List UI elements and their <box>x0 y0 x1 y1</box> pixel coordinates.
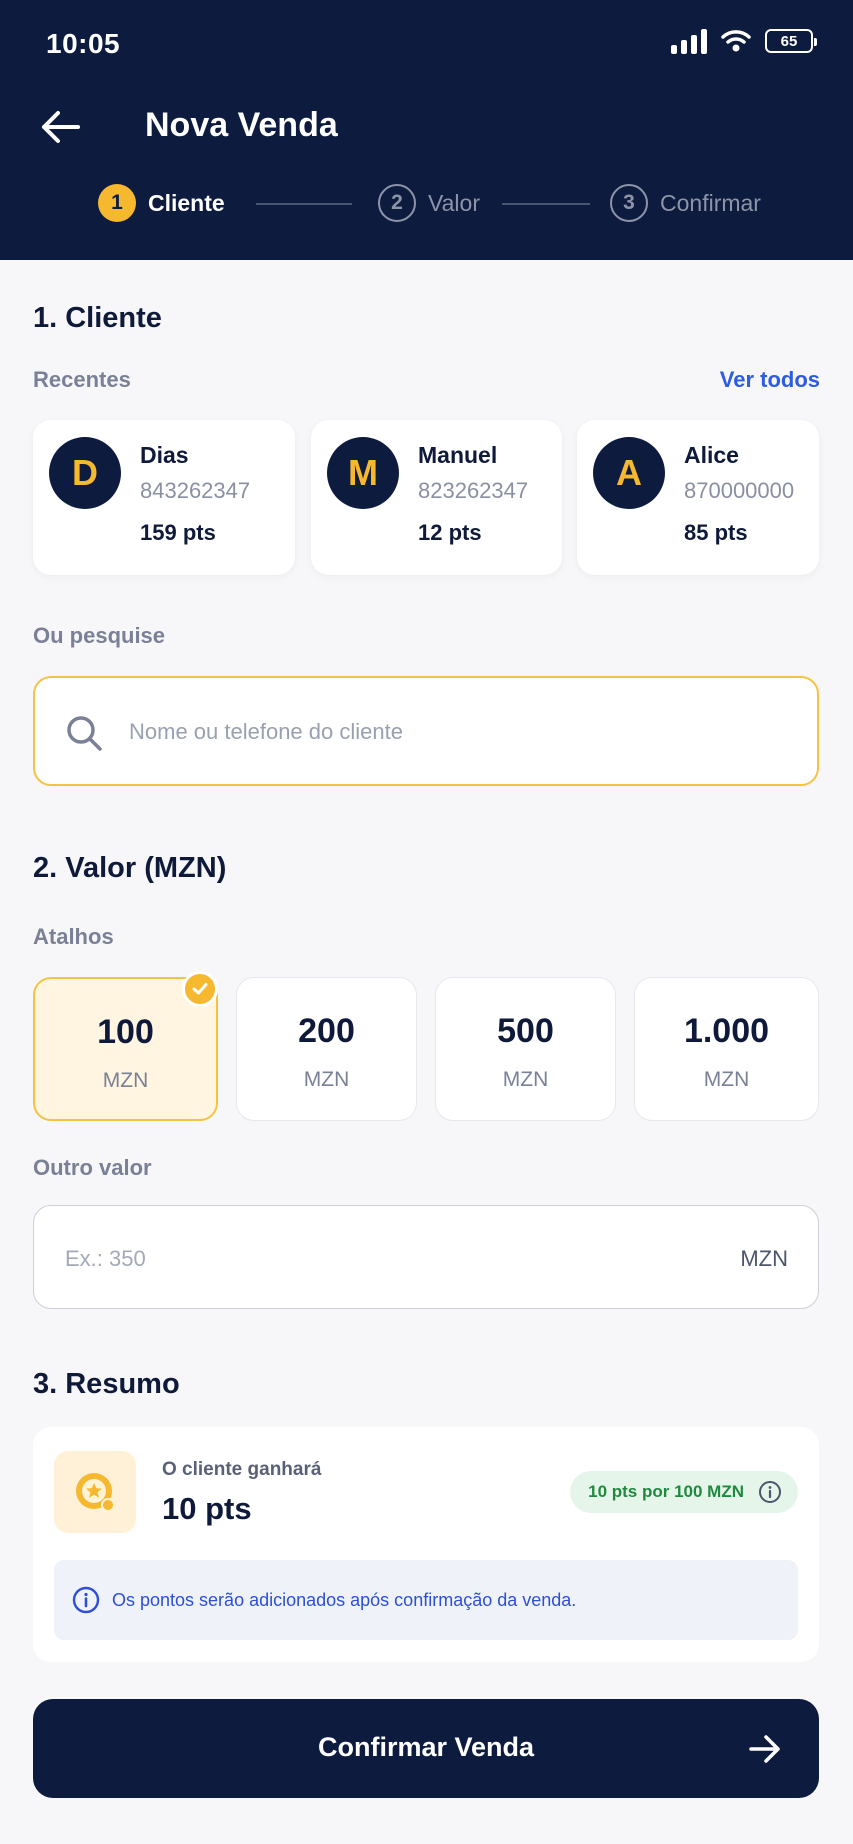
step-label: Cliente <box>148 189 225 216</box>
amount-unit: MZN <box>703 1068 750 1091</box>
client-phone: 870000000 <box>684 478 795 503</box>
status-time: 10:05 <box>46 28 121 59</box>
recent-client-card[interactable]: D Dias 843262347 159 pts <box>33 420 295 575</box>
shortcuts-label: Atalhos <box>33 924 114 949</box>
amount-shortcut-200[interactable]: 200 MZN <box>236 977 417 1121</box>
step-cliente[interactable]: 1 Cliente <box>98 184 225 222</box>
search-icon <box>67 716 102 751</box>
recent-label: Recentes <box>33 367 131 392</box>
avatar: A <box>593 437 665 509</box>
amount-shortcut-500[interactable]: 500 MZN <box>435 977 616 1121</box>
confirm-sale-label: Confirmar Venda <box>317 1732 535 1762</box>
recent-client-card[interactable]: M Manuel 823262347 12 pts <box>311 420 562 575</box>
amount-shortcut-1000[interactable]: 1.000 MZN <box>634 977 819 1121</box>
amount-unit: MZN <box>102 1069 149 1092</box>
amount-unit: MZN <box>303 1068 350 1091</box>
status-bar: 10:05 65 <box>0 0 853 90</box>
client-points: 12 pts <box>418 520 482 545</box>
back-arrow-icon[interactable] <box>36 104 86 150</box>
client-points: 85 pts <box>684 520 748 545</box>
summary-card: O cliente ganhará 10 pts 10 pts por 100 … <box>33 1427 819 1662</box>
status-icons: 65 <box>671 28 817 54</box>
avatar: M <box>327 437 399 509</box>
amount-unit: MZN <box>502 1068 549 1091</box>
step-number: 3 <box>610 184 648 222</box>
info-icon[interactable] <box>758 1480 782 1504</box>
arrow-right-icon <box>749 1735 780 1763</box>
medal-icon <box>54 1451 136 1533</box>
client-phone: 823262347 <box>418 478 529 503</box>
section-title-resumo: 3. Resumo <box>33 1368 180 1400</box>
amount-shortcut-100[interactable]: 100 MZN <box>33 971 218 1121</box>
client-points: 159 pts <box>140 520 216 545</box>
section-title-valor: 2. Valor (MZN) <box>33 852 227 884</box>
search-label: Ou pesquise <box>33 623 166 648</box>
avatar: D <box>49 437 121 509</box>
client-name: Manuel <box>418 442 498 468</box>
step-label: Valor <box>428 189 480 216</box>
step-number: 1 <box>98 184 136 222</box>
stepper: 1 Cliente 2 Valor 3 Confirmar <box>98 184 778 224</box>
info-icon <box>72 1586 100 1614</box>
currency-label: MZN <box>740 1246 788 1271</box>
step-valor[interactable]: 2 Valor <box>378 184 480 222</box>
step-number: 2 <box>378 184 416 222</box>
page-title: Nova Venda <box>145 106 338 144</box>
check-icon <box>182 971 218 1007</box>
amount-value: 1.000 <box>683 1012 770 1050</box>
confirm-sale-button[interactable]: Confirmar Venda <box>33 1699 819 1798</box>
step-connector <box>502 203 590 205</box>
search-placeholder: Nome ou telefone do cliente <box>129 719 403 744</box>
step-connector <box>256 203 352 205</box>
other-value-input[interactable]: Ex.: 350 MZN <box>33 1205 819 1309</box>
see-all-link[interactable]: Ver todos <box>720 367 820 393</box>
app-header: 10:05 65 Nova Venda 1 Cliente 2 Valor 3 … <box>0 0 853 260</box>
step-label: Confirmar <box>660 189 761 216</box>
other-value-placeholder: Ex.: 350 <box>65 1246 146 1271</box>
signal-icon <box>671 28 707 54</box>
amount-value: 100 <box>97 1013 154 1051</box>
client-search-input[interactable]: Nome ou telefone do cliente <box>33 676 819 786</box>
points-gain-label: O cliente ganhará <box>162 1459 322 1480</box>
client-name: Alice <box>684 442 739 468</box>
amount-value: 200 <box>298 1012 355 1050</box>
battery-icon: 65 <box>765 29 817 53</box>
step-confirmar[interactable]: 3 Confirmar <box>610 184 761 222</box>
other-value-label: Outro valor <box>33 1155 152 1180</box>
points-gain-value: 10 pts <box>162 1491 252 1526</box>
info-notice: Os pontos serão adicionados após confirm… <box>54 1560 798 1640</box>
recent-client-card[interactable]: A Alice 870000000 85 pts <box>577 420 819 575</box>
client-phone: 843262347 <box>140 478 251 503</box>
amount-value: 500 <box>497 1012 554 1050</box>
points-rate-text: 10 pts por 100 MZN <box>588 1482 744 1501</box>
section-title-cliente: 1. Cliente <box>33 302 162 334</box>
info-notice-text: Os pontos serão adicionados após confirm… <box>112 1589 577 1610</box>
client-name: Dias <box>140 442 189 468</box>
points-rate-badge[interactable]: 10 pts por 100 MZN <box>570 1471 798 1513</box>
wifi-icon <box>721 30 751 52</box>
battery-level: 65 <box>780 32 798 50</box>
